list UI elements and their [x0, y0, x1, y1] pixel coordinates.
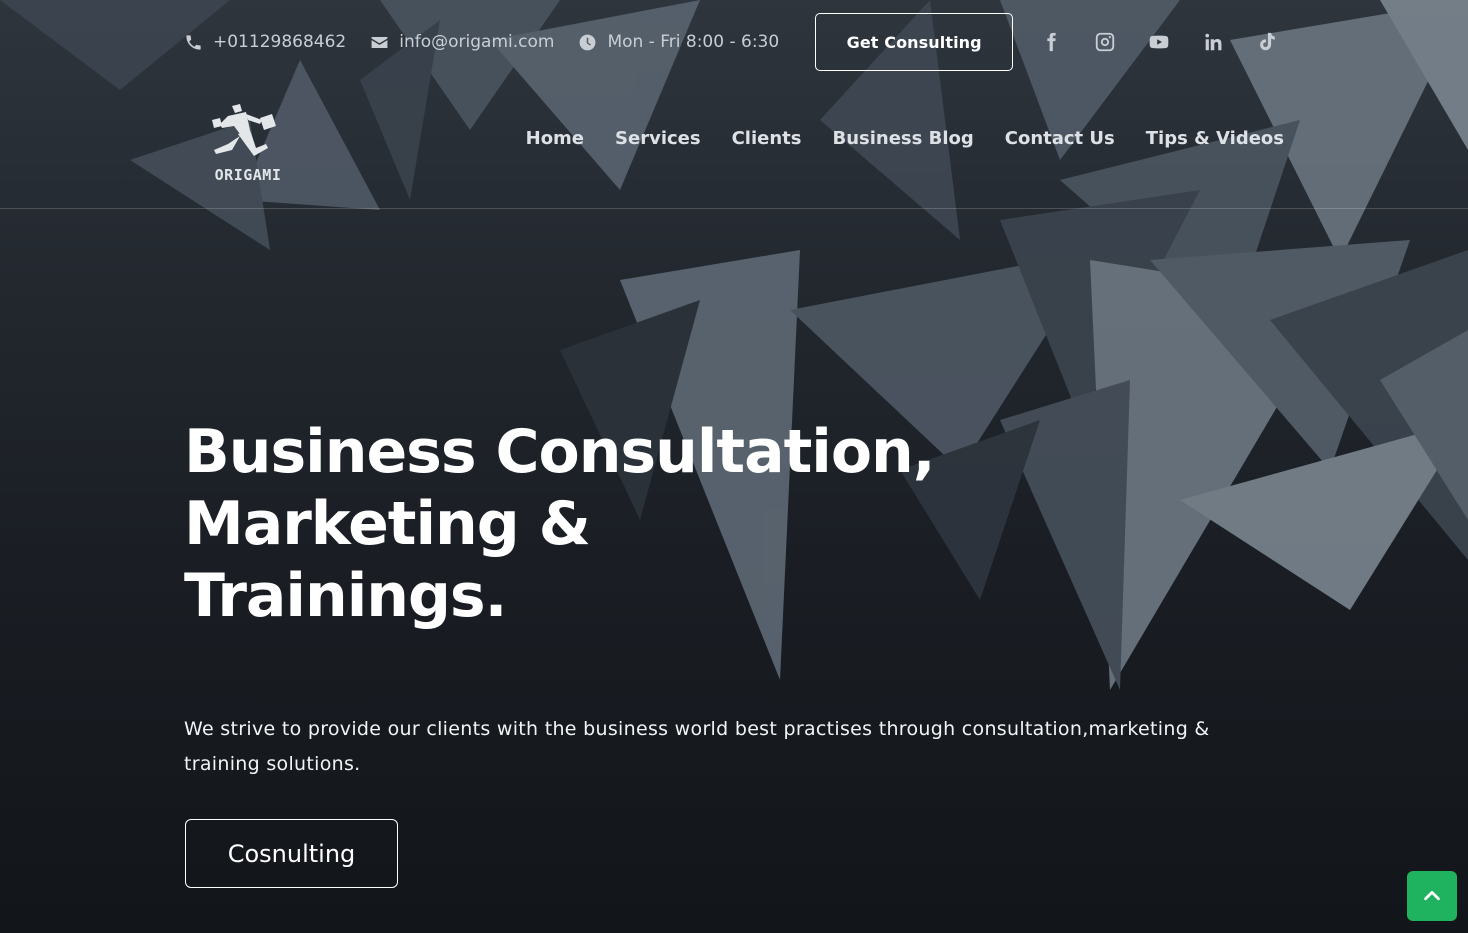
facebook-icon: [1047, 32, 1056, 52]
nav-item-home[interactable]: Home: [526, 128, 584, 149]
nav-item-clients[interactable]: Clients: [732, 128, 802, 149]
linkedin-link[interactable]: [1201, 30, 1225, 54]
facebook-link[interactable]: [1039, 30, 1063, 54]
consulting-cta-button[interactable]: Cosnulting: [185, 819, 398, 888]
youtube-link[interactable]: [1147, 30, 1171, 54]
instagram-icon: [1096, 32, 1115, 52]
envelope-icon: [371, 36, 388, 48]
phone-text: +01129868462: [213, 32, 347, 52]
nav-item-tips-videos[interactable]: Tips & Videos: [1146, 128, 1284, 149]
brand-name: ORIGAMI: [214, 166, 282, 184]
header-divider: [0, 208, 1468, 209]
hours-text: Mon - Fri 8:00 - 6:30: [607, 32, 780, 52]
nav-item-business-blog[interactable]: Business Blog: [832, 128, 973, 149]
main-navigation: Home Services Clients Business Blog Cont…: [526, 128, 1284, 149]
youtube-icon: [1149, 35, 1169, 49]
nav-item-services[interactable]: Services: [615, 128, 701, 149]
hero-description: We strive to provide our clients with th…: [184, 718, 1210, 775]
scroll-to-top-button[interactable]: [1407, 871, 1457, 921]
clock-icon: [580, 34, 596, 50]
hours-info: Mon - Fri 8:00 - 6:30: [578, 32, 779, 52]
linkedin-icon: [1205, 33, 1222, 51]
phone-contact[interactable]: +01129868462: [184, 32, 346, 52]
hero-title-line: Marketing &: [184, 489, 591, 559]
tiktok-link[interactable]: [1255, 30, 1279, 54]
nav-item-contact-us[interactable]: Contact Us: [1005, 128, 1115, 149]
tiktok-icon: [1260, 32, 1275, 51]
instagram-link[interactable]: [1093, 30, 1117, 54]
page: +01129868462 info@origami.com Mon - Fri …: [0, 0, 1468, 933]
email-contact[interactable]: info@origami.com: [370, 32, 554, 52]
email-text: info@origami.com: [399, 32, 555, 52]
hero-title: Business Consultation, Marketing & Train…: [184, 416, 984, 632]
chevron-up-icon: [1424, 890, 1440, 901]
hero-title-line: Business Consultation,: [184, 417, 936, 487]
hero-title-line: Trainings.: [184, 561, 507, 631]
phone-icon: [186, 34, 201, 50]
get-consulting-button[interactable]: Get Consulting: [815, 13, 1014, 71]
top-bar: +01129868462 info@origami.com Mon - Fri …: [184, 13, 1284, 71]
brand-logo[interactable]: ORIGAMI: [210, 104, 286, 188]
social-links: [1039, 30, 1279, 54]
running-businessman-icon: [212, 104, 276, 156]
